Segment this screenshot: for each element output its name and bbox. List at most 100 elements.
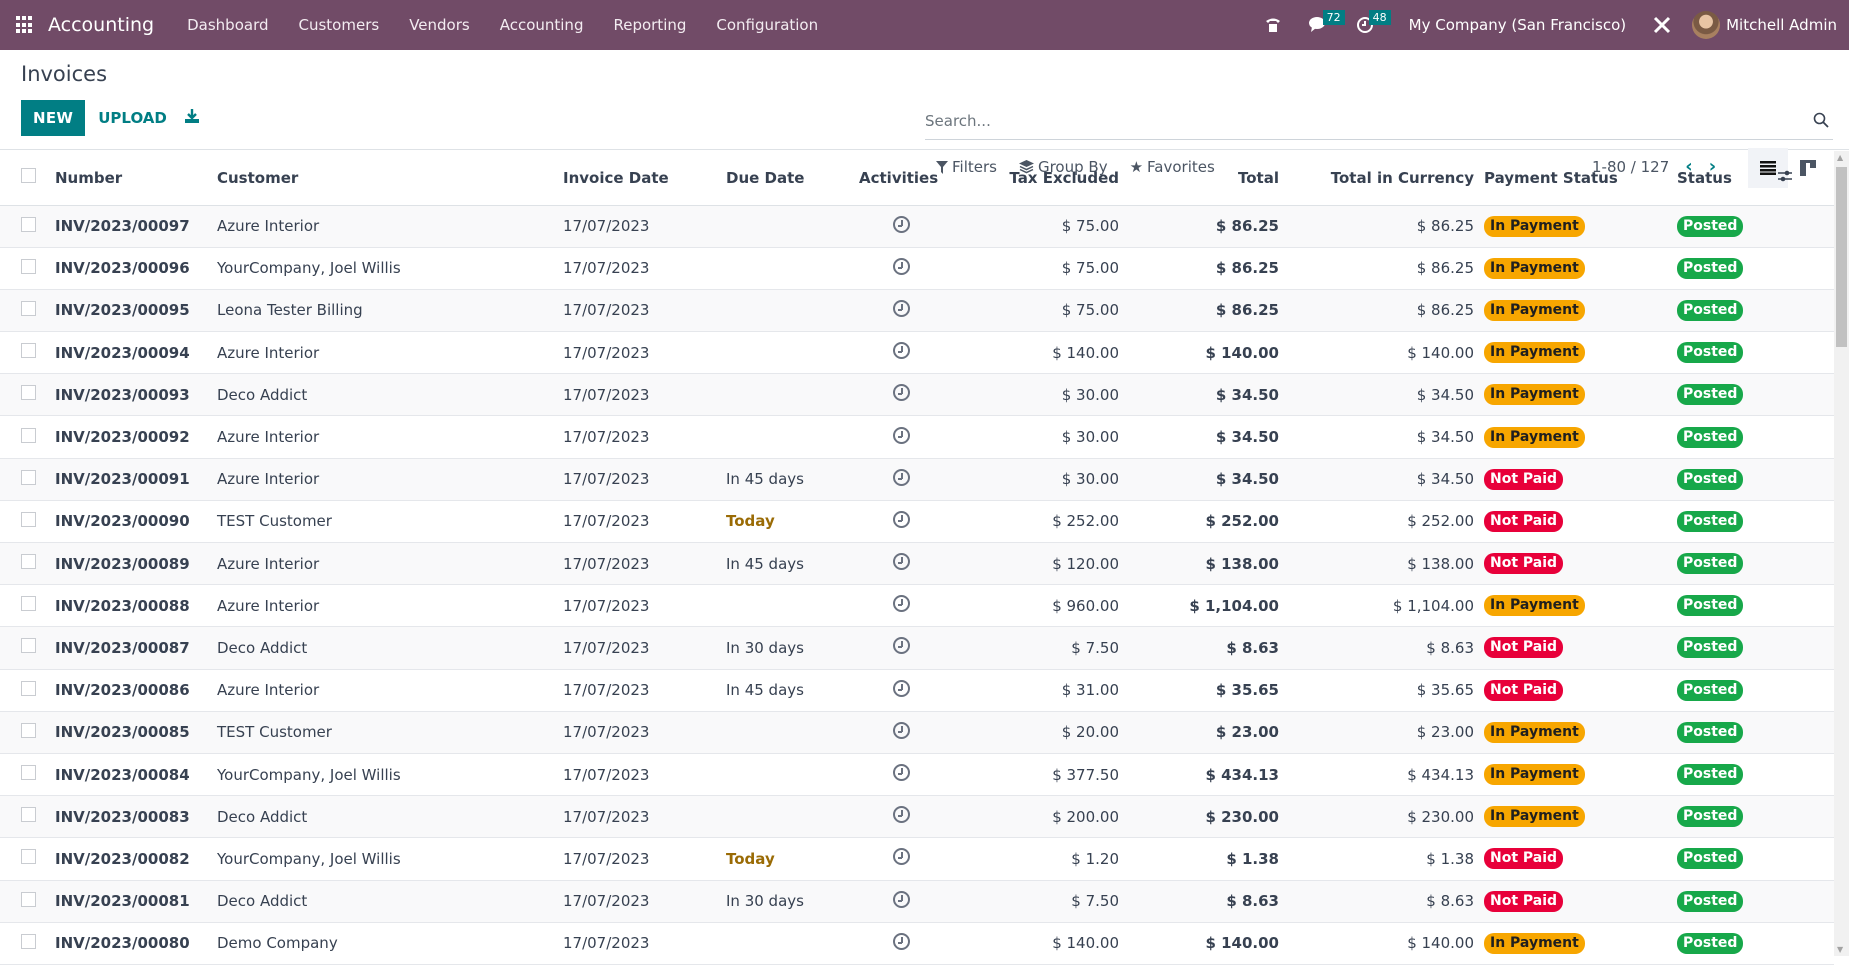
invoice-date[interactable]: 17/07/2023: [563, 289, 726, 333]
due-date[interactable]: In 45 days: [726, 542, 859, 586]
col-invoice-date[interactable]: Invoice Date: [563, 151, 726, 206]
customer[interactable]: Deco Addict: [217, 626, 563, 670]
due-date[interactable]: [726, 331, 859, 375]
clock-icon[interactable]: [893, 384, 910, 402]
col-due-date[interactable]: Due Date: [726, 151, 859, 206]
customer[interactable]: Azure Interior: [217, 584, 563, 628]
due-date[interactable]: [726, 415, 859, 459]
menu-dashboard[interactable]: Dashboard: [172, 16, 283, 34]
optional-columns-toggle[interactable]: [1777, 151, 1834, 206]
invoice-date[interactable]: 17/07/2023: [563, 711, 726, 754]
customer[interactable]: Azure Interior: [217, 205, 563, 248]
activity-cell[interactable]: [859, 795, 959, 839]
invoice-date[interactable]: 17/07/2023: [563, 331, 726, 375]
due-date[interactable]: [726, 373, 859, 417]
clock-icon[interactable]: [893, 595, 910, 613]
activity-cell[interactable]: [859, 584, 959, 628]
user-menu[interactable]: Mitchell Admin: [1680, 11, 1837, 39]
row-checkbox[interactable]: [0, 837, 55, 881]
table-row[interactable]: INV/2023/00093 Deco Addict 17/07/2023 $ 30.…: [0, 373, 1834, 417]
invoice-number[interactable]: INV/2023/00085: [55, 711, 217, 754]
clock-icon[interactable]: [893, 637, 910, 655]
table-row[interactable]: INV/2023/00080 Demo Company 17/07/2023 $ 14…: [0, 922, 1834, 965]
due-date[interactable]: [726, 584, 859, 628]
row-checkbox[interactable]: [0, 922, 55, 965]
activity-cell[interactable]: [859, 458, 959, 501]
scroll-up-icon[interactable]: ▲: [1837, 153, 1843, 162]
select-all-checkbox[interactable]: [0, 151, 55, 206]
messages-icon[interactable]: 72: [1301, 0, 1345, 50]
table-row[interactable]: INV/2023/00085 TEST Customer 17/07/2023 $ 2…: [0, 711, 1834, 754]
activity-cell[interactable]: [859, 626, 959, 670]
customer[interactable]: Azure Interior: [217, 458, 563, 501]
row-checkbox[interactable]: [0, 753, 55, 797]
invoice-number[interactable]: INV/2023/00089: [55, 542, 217, 586]
invoice-number[interactable]: INV/2023/00088: [55, 584, 217, 628]
invoice-number[interactable]: INV/2023/00091: [55, 458, 217, 501]
clock-icon[interactable]: [893, 257, 910, 275]
app-name[interactable]: Accounting: [48, 14, 154, 36]
download-icon[interactable]: [184, 108, 200, 128]
row-checkbox[interactable]: [0, 458, 55, 501]
customer[interactable]: YourCompany, Joel Willis: [217, 837, 563, 881]
invoice-date[interactable]: 17/07/2023: [563, 584, 726, 628]
due-date[interactable]: In 30 days: [726, 626, 859, 670]
phone-icon[interactable]: [1255, 0, 1291, 50]
table-row[interactable]: INV/2023/00087 Deco Addict 17/07/2023 In 30…: [0, 626, 1834, 670]
invoice-number[interactable]: INV/2023/00093: [55, 373, 217, 417]
activity-cell[interactable]: [859, 669, 959, 712]
customer[interactable]: Demo Company: [217, 922, 563, 965]
row-checkbox[interactable]: [0, 247, 55, 290]
invoice-date[interactable]: 17/07/2023: [563, 247, 726, 290]
due-date[interactable]: In 30 days: [726, 880, 859, 923]
customer[interactable]: YourCompany, Joel Willis: [217, 753, 563, 797]
customer[interactable]: Deco Addict: [217, 795, 563, 839]
customer[interactable]: Azure Interior: [217, 331, 563, 375]
due-date[interactable]: [726, 205, 859, 248]
search-input[interactable]: [925, 106, 1805, 136]
table-row[interactable]: INV/2023/00086 Azure Interior 17/07/2023 In…: [0, 669, 1834, 712]
scroll-thumb[interactable]: [1836, 167, 1847, 347]
invoice-date[interactable]: 17/07/2023: [563, 922, 726, 965]
table-row[interactable]: INV/2023/00091 Azure Interior 17/07/2023 In…: [0, 458, 1834, 501]
debug-tools-icon[interactable]: [1644, 0, 1680, 50]
invoice-date[interactable]: 17/07/2023: [563, 500, 726, 544]
due-date[interactable]: [726, 922, 859, 965]
due-date[interactable]: Today: [726, 837, 859, 881]
activity-cell[interactable]: [859, 415, 959, 459]
row-checkbox[interactable]: [0, 669, 55, 712]
clock-icon[interactable]: [893, 764, 910, 782]
table-row[interactable]: INV/2023/00090 TEST Customer 17/07/2023 Tod…: [0, 500, 1834, 544]
activity-cell[interactable]: [859, 922, 959, 965]
clock-icon[interactable]: [893, 721, 910, 739]
row-checkbox[interactable]: [0, 711, 55, 754]
invoice-number[interactable]: INV/2023/00082: [55, 837, 217, 881]
row-checkbox[interactable]: [0, 626, 55, 670]
due-date[interactable]: [726, 711, 859, 754]
col-total[interactable]: Total: [1119, 151, 1279, 206]
invoice-number[interactable]: INV/2023/00096: [55, 247, 217, 290]
new-button[interactable]: NEW: [21, 100, 86, 136]
invoice-date[interactable]: 17/07/2023: [563, 415, 726, 459]
clock-icon[interactable]: [893, 299, 910, 317]
customer[interactable]: Azure Interior: [217, 415, 563, 459]
invoice-date[interactable]: 17/07/2023: [563, 626, 726, 670]
menu-vendors[interactable]: Vendors: [394, 16, 485, 34]
row-checkbox[interactable]: [0, 331, 55, 375]
activity-cell[interactable]: [859, 373, 959, 417]
col-total-currency[interactable]: Total in Currency: [1279, 151, 1484, 206]
table-row[interactable]: INV/2023/00089 Azure Interior 17/07/2023 In…: [0, 542, 1834, 586]
row-checkbox[interactable]: [0, 205, 55, 248]
invoice-date[interactable]: 17/07/2023: [563, 837, 726, 881]
invoice-number[interactable]: INV/2023/00094: [55, 331, 217, 375]
clock-icon[interactable]: [893, 553, 910, 571]
activity-cell[interactable]: [859, 331, 959, 375]
activity-cell[interactable]: [859, 880, 959, 923]
col-number[interactable]: Number: [55, 151, 217, 206]
col-activities[interactable]: Activities: [859, 151, 959, 206]
invoice-date[interactable]: 17/07/2023: [563, 880, 726, 923]
invoice-date[interactable]: 17/07/2023: [563, 373, 726, 417]
due-date[interactable]: [726, 289, 859, 333]
customer[interactable]: Azure Interior: [217, 669, 563, 712]
clock-icon[interactable]: [893, 848, 910, 866]
